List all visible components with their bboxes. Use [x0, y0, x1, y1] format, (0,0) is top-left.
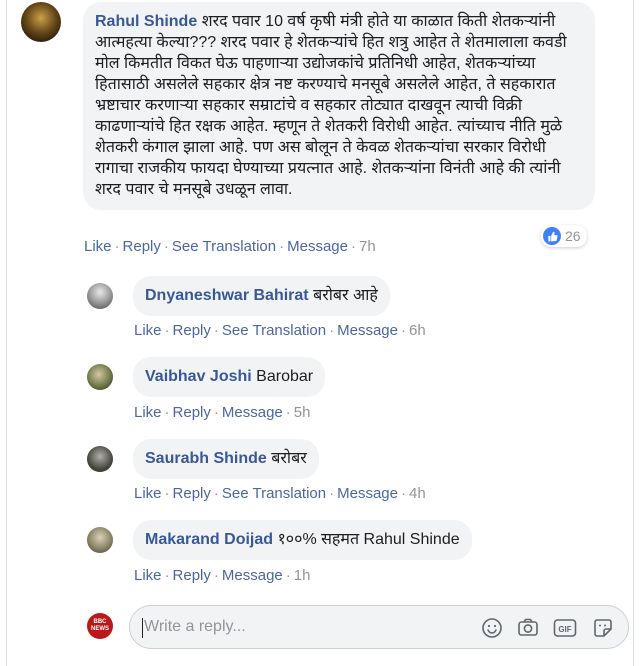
reply: Makarand Doijad १००% सहमत Rahul Shinde: [87, 520, 472, 560]
reply-author[interactable]: Dnyaneshwar Bahirat: [145, 287, 309, 304]
reply-link[interactable]: Reply: [173, 485, 211, 502]
like-link[interactable]: Like: [134, 567, 162, 584]
reply-author[interactable]: Vaibhav Joshi: [145, 368, 252, 385]
reply-link[interactable]: Reply: [123, 238, 161, 255]
reply-placeholder: Write a reply...: [144, 618, 246, 635]
comment-author[interactable]: Rahul Shinde: [95, 13, 197, 30]
reply-text: बरोबर आहे: [313, 287, 378, 304]
reply-bubble: Saurabh Shinde बरोबर: [133, 439, 319, 479]
comment-thread: Rahul Shinde शरद पवार 10 वर्ष कृषी मंत्र…: [6, 0, 634, 666]
camera-icon[interactable]: [517, 617, 539, 639]
timestamp[interactable]: 6h: [409, 322, 426, 339]
like-link[interactable]: Like: [84, 238, 112, 255]
message-link[interactable]: Message: [337, 485, 398, 502]
bbc-news-logo-text: BBC NEWS: [91, 619, 109, 632]
comment-bubble: Rahul Shinde शरद पवार 10 वर्ष कृषी मंत्र…: [83, 2, 595, 210]
see-translation-link[interactable]: See Translation: [222, 485, 326, 502]
reply-text: १००% सहमत Rahul Shinde: [277, 531, 460, 548]
reply-link[interactable]: Reply: [173, 567, 211, 584]
reply: Saurabh Shinde बरोबर: [87, 439, 319, 479]
like-link[interactable]: Like: [134, 485, 162, 502]
timestamp[interactable]: 4h: [409, 485, 426, 502]
reply: Vaibhav Joshi Barobar: [87, 357, 326, 397]
reply-actions: Like · Reply · See Translation · Message · 4h: [134, 485, 426, 502]
reply-bubble: Vaibhav Joshi Barobar: [133, 357, 326, 397]
reply-input[interactable]: Write a reply... GIF: [129, 605, 629, 649]
see-translation-link[interactable]: See Translation: [222, 322, 326, 339]
reply-text: Barobar: [256, 368, 314, 385]
reply-link[interactable]: Reply: [173, 404, 211, 421]
comment-text: शरद पवार 10 वर्ष कृषी मंत्री होते या काळ…: [95, 13, 567, 198]
reaction-count[interactable]: 26: [541, 225, 587, 247]
message-link[interactable]: Message: [222, 567, 283, 584]
reply-link[interactable]: Reply: [173, 322, 211, 339]
avatar[interactable]: [87, 446, 113, 472]
like-link[interactable]: Like: [134, 404, 162, 421]
reply-actions: Like · Reply · Message · 1h: [134, 567, 311, 584]
message-link[interactable]: Message: [287, 238, 348, 255]
reply: Dnyaneshwar Bahirat बरोबर आहे: [87, 276, 390, 316]
emoji-icon[interactable]: [481, 617, 503, 639]
reply-bubble: Dnyaneshwar Bahirat बरोबर आहे: [133, 276, 390, 316]
gif-icon[interactable]: GIF: [553, 617, 577, 639]
avatar[interactable]: [87, 364, 113, 390]
bbc-news-avatar: BBC NEWS: [87, 613, 113, 639]
thumbs-up-icon: [543, 227, 561, 245]
avatar[interactable]: [87, 283, 113, 309]
reply-actions: Like · Reply · Message · 5h: [134, 404, 311, 421]
timestamp[interactable]: 7h: [359, 238, 376, 255]
timestamp[interactable]: 1h: [294, 567, 311, 584]
reply-bubble: Makarand Doijad १००% सहमत Rahul Shinde: [133, 520, 472, 560]
sticker-icon[interactable]: [592, 617, 614, 639]
text-caret: [142, 618, 143, 638]
comment: Rahul Shinde शरद पवार 10 वर्ष कृषी मंत्र…: [21, 2, 595, 210]
avatar[interactable]: [87, 527, 113, 553]
svg-text:GIF: GIF: [558, 625, 571, 634]
like-count: 26: [565, 228, 581, 244]
message-link[interactable]: Message: [222, 404, 283, 421]
reply-actions: Like · Reply · See Translation · Message · 6h: [134, 322, 426, 339]
see-translation-link[interactable]: See Translation: [172, 238, 276, 255]
comment-actions: Like · Reply · See Translation · Message · 7h: [84, 238, 376, 255]
reply-text: बरोबर: [271, 450, 307, 467]
message-link[interactable]: Message: [337, 322, 398, 339]
timestamp[interactable]: 5h: [294, 404, 311, 421]
like-link[interactable]: Like: [134, 322, 162, 339]
reply-author[interactable]: Makarand Doijad: [145, 531, 273, 548]
avatar[interactable]: [21, 2, 61, 42]
reply-author[interactable]: Saurabh Shinde: [145, 450, 267, 467]
